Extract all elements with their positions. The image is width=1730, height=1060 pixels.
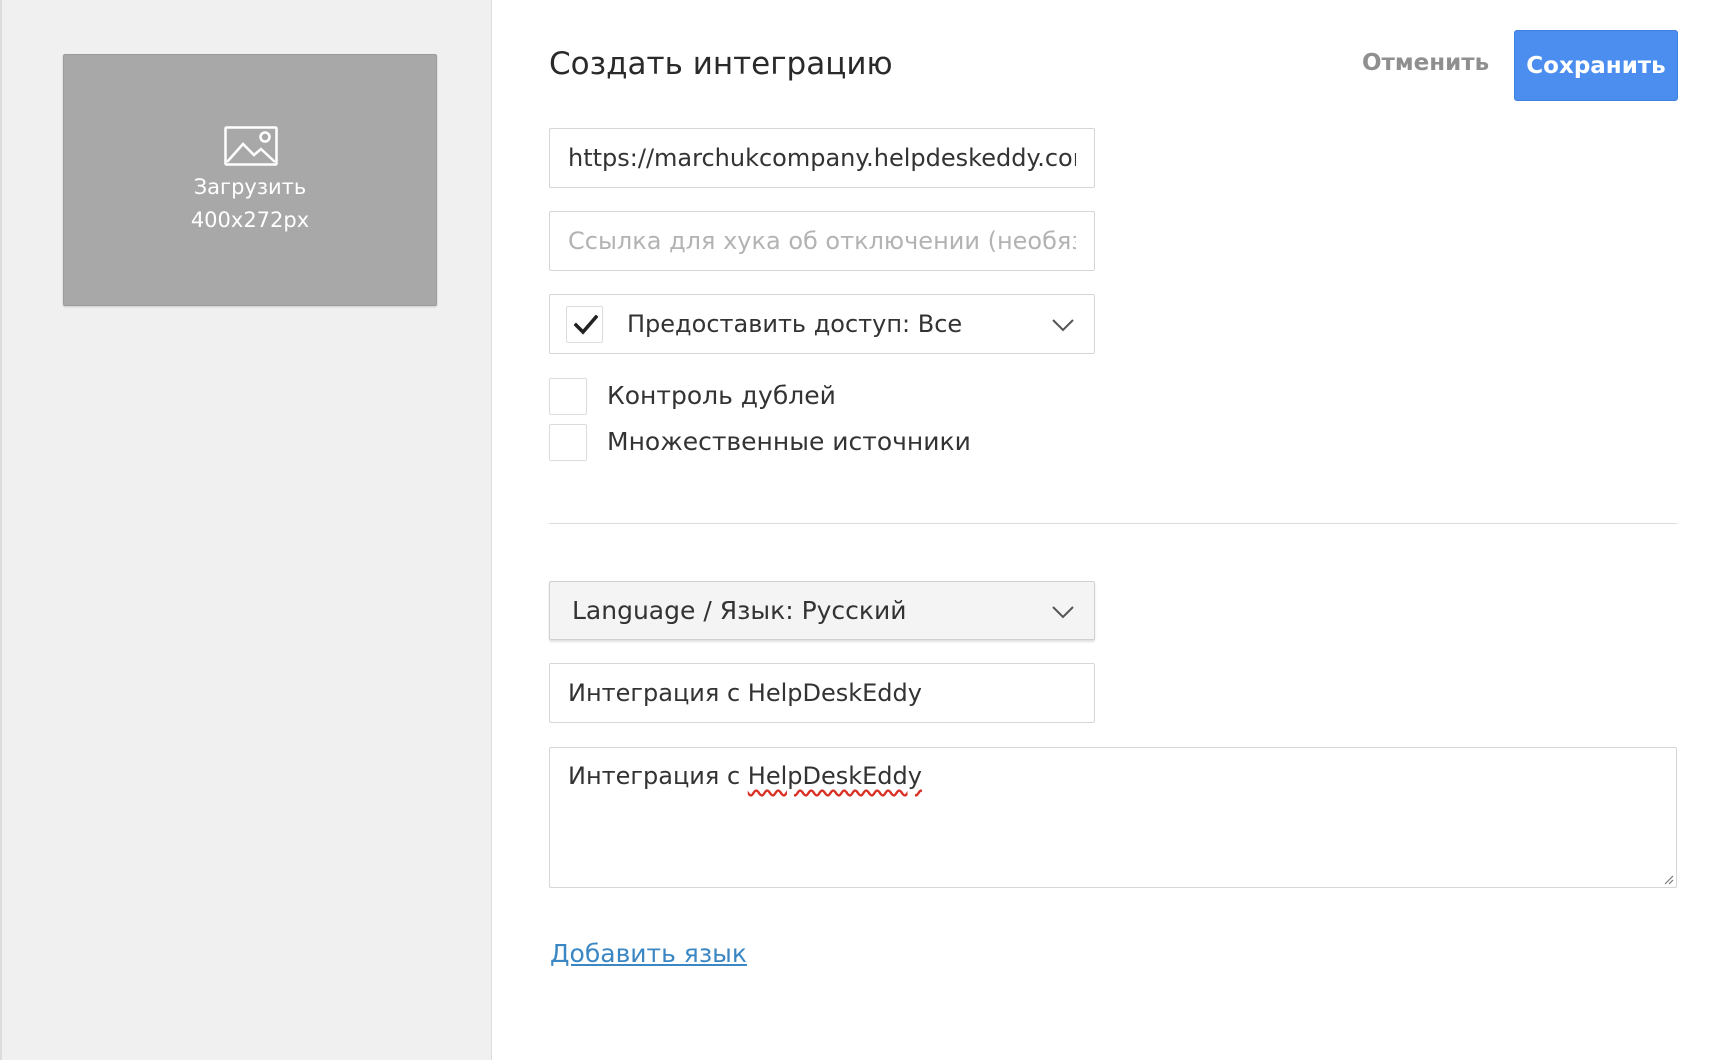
- image-icon: [224, 126, 278, 166]
- cancel-button[interactable]: Отменить: [1362, 50, 1489, 76]
- section-divider: [549, 523, 1677, 524]
- chevron-down-icon: [1052, 319, 1074, 332]
- description-prefix: Интеграция с: [568, 762, 748, 790]
- integration-description-textarea[interactable]: Интеграция с HelpDeskEddy: [549, 747, 1677, 888]
- chevron-down-icon: [1052, 606, 1074, 619]
- integration-url-field[interactable]: [549, 128, 1095, 188]
- save-button[interactable]: Сохранить: [1514, 30, 1678, 101]
- duplicates-control-label: Контроль дублей: [607, 381, 836, 410]
- multiple-sources-checkbox[interactable]: [549, 424, 587, 461]
- description-misspelled-word: HelpDeskEddy: [747, 762, 922, 790]
- disconnect-hook-url-field[interactable]: [549, 211, 1095, 271]
- checkmark-icon: [574, 315, 598, 335]
- description-text: Интеграция с HelpDeskEddy: [568, 762, 922, 790]
- access-label: Предоставить доступ: Все: [627, 310, 963, 338]
- access-checkbox[interactable]: [566, 306, 603, 343]
- upload-size-hint: 400x272px: [190, 208, 310, 232]
- page-title: Создать интеграцию: [549, 46, 893, 82]
- sidebar: Загрузить 400x272px: [0, 0, 492, 1060]
- access-select[interactable]: Предоставить доступ: Все: [549, 294, 1095, 354]
- image-upload-button[interactable]: Загрузить 400x272px: [63, 54, 437, 306]
- upload-label: Загрузить: [193, 175, 307, 199]
- add-language-link[interactable]: Добавить язык: [550, 939, 747, 968]
- duplicates-control-checkbox[interactable]: [549, 378, 587, 415]
- integration-name-field[interactable]: [549, 663, 1095, 723]
- language-label: Language / Язык: Русский: [572, 596, 907, 625]
- resize-handle-icon[interactable]: [1662, 873, 1674, 885]
- language-select[interactable]: Language / Язык: Русский: [549, 581, 1095, 640]
- multiple-sources-label: Множественные источники: [607, 427, 971, 456]
